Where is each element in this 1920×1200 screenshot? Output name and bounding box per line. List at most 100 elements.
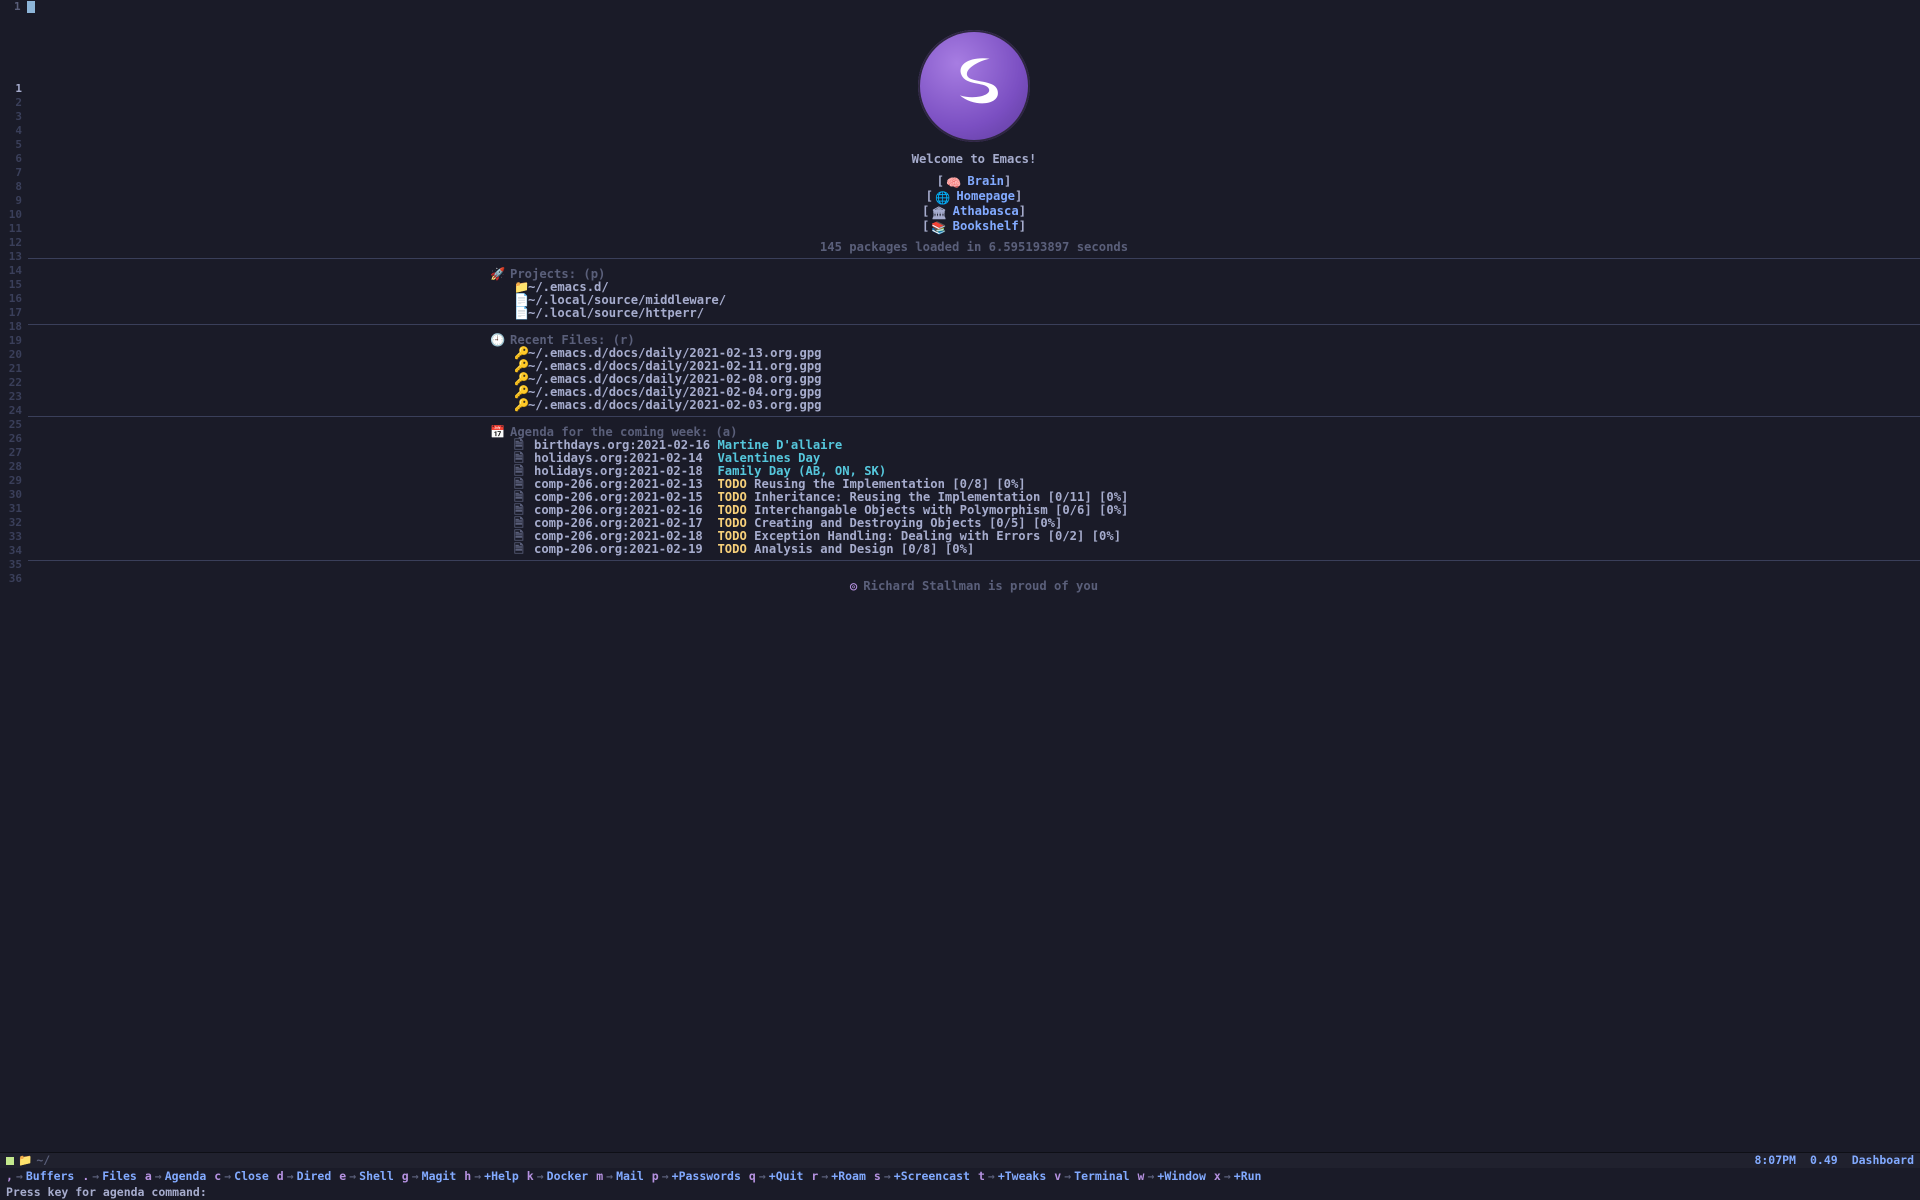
which-key-item[interactable]: q→+Quit — [749, 1170, 804, 1182]
quicklink-brain[interactable]: [🧠 Brain] — [28, 174, 1920, 189]
line-number: 23 — [0, 390, 22, 404]
modeline-time: 8:07PM — [1754, 1154, 1796, 1166]
recent-files-list: 🔑~/.emacs.d/docs/daily/2021-02-13.org.gp… — [28, 347, 1920, 412]
line-number: 28 — [0, 460, 22, 474]
line-number: 7 — [0, 166, 22, 180]
which-key-key: x — [1214, 1170, 1221, 1182]
agenda-item[interactable]: 🗎birthdays.org:2021-02-16 Martine D'alla… — [28, 439, 1920, 452]
logo-wrap — [28, 30, 1920, 142]
arrow-icon: → — [537, 1170, 544, 1182]
line-number: 2 — [0, 96, 22, 110]
recent-file-item[interactable]: 🔑~/.emacs.d/docs/daily/2021-02-08.org.gp… — [28, 373, 1920, 386]
arrow-icon: → — [821, 1170, 828, 1182]
agenda-item[interactable]: 🗎holidays.org:2021-02-14 Valentines Day — [28, 452, 1920, 465]
emacs-app: 1 12345678910111213141516171819202122232… — [0, 0, 1920, 1200]
cursor-block — [27, 1, 35, 13]
line-number: 11 — [0, 222, 22, 236]
arrow-icon: → — [474, 1170, 481, 1182]
line-number: 3 — [0, 110, 22, 124]
recent-file-item[interactable]: 🔑~/.emacs.d/docs/daily/2021-02-04.org.gp… — [28, 386, 1920, 399]
projects-list: 📁~/.emacs.d/📄~/.local/source/middleware/… — [28, 281, 1920, 320]
arrow-icon: → — [224, 1170, 231, 1182]
which-key-label: +Window — [1157, 1170, 1205, 1182]
arrow-icon: → — [287, 1170, 294, 1182]
which-key-key: . — [82, 1170, 89, 1182]
line-number: 26 — [0, 432, 22, 446]
line-number: 17 — [0, 306, 22, 320]
which-key-item[interactable]: p→+Passwords — [652, 1170, 741, 1182]
line-number: 25 — [0, 418, 22, 432]
which-key-item[interactable]: .→Files — [82, 1170, 137, 1182]
line-number: 15 — [0, 278, 22, 292]
project-item[interactable]: 📄~/.local/source/httperr/ — [28, 307, 1920, 320]
modeline-cwd: ~/ — [36, 1154, 50, 1166]
which-key-label: +Run — [1234, 1170, 1262, 1182]
agenda-item[interactable]: 🗎comp-206.org:2021-02-19 TODO Analysis a… — [28, 543, 1920, 556]
todo-keyword: TODO — [717, 542, 746, 556]
which-key-item[interactable]: a→Agenda — [145, 1170, 206, 1182]
which-key-item[interactable]: ,→Buffers — [6, 1170, 74, 1182]
quicklink-bookshelf[interactable]: [📚 Bookshelf] — [28, 219, 1920, 234]
which-key-item[interactable]: s→+Screencast — [874, 1170, 970, 1182]
line-number: 1 — [0, 82, 22, 96]
quicklink-homepage[interactable]: [🌐 Homepage] — [28, 189, 1920, 204]
line-number: 27 — [0, 446, 22, 460]
which-key-label: Terminal — [1074, 1170, 1129, 1182]
recent-file-item[interactable]: 🔑~/.emacs.d/docs/daily/2021-02-11.org.gp… — [28, 360, 1920, 373]
line-number: 10 — [0, 208, 22, 222]
line-number: 9 — [0, 194, 22, 208]
line-number: 19 — [0, 334, 22, 348]
todo-keyword: TODO — [717, 477, 746, 491]
which-key-item[interactable]: g→Magit — [402, 1170, 457, 1182]
which-key-item[interactable]: c→Close — [214, 1170, 269, 1182]
project-item[interactable]: 📄~/.local/source/middleware/ — [28, 294, 1920, 307]
recent-file-item[interactable]: 🔑~/.emacs.d/docs/daily/2021-02-13.org.gp… — [28, 347, 1920, 360]
which-key-item[interactable]: k→Docker — [527, 1170, 588, 1182]
line-number: 18 — [0, 320, 22, 334]
agenda-title: Interchangable Objects with Polymorphism… — [754, 503, 1128, 517]
line-number: 32 — [0, 516, 22, 530]
which-key-label: +Screencast — [894, 1170, 970, 1182]
book-icon: 📚 — [931, 221, 943, 233]
which-key-key: g — [402, 1170, 409, 1182]
which-key-key: d — [277, 1170, 284, 1182]
recent-file-item[interactable]: 🔑~/.emacs.d/docs/daily/2021-02-03.org.gp… — [28, 399, 1920, 412]
which-key-key: v — [1054, 1170, 1061, 1182]
line-number: 29 — [0, 474, 22, 488]
arrow-icon: → — [1147, 1170, 1154, 1182]
which-key-key: q — [749, 1170, 756, 1182]
project-item[interactable]: 📁~/.emacs.d/ — [28, 281, 1920, 294]
agenda-title: Inheritance: Reusing the Implementation … — [754, 490, 1128, 504]
which-key-item[interactable]: v→Terminal — [1054, 1170, 1129, 1182]
modeline-status: 📁 ~/ — [6, 1154, 50, 1166]
which-key-item[interactable]: d→Dired — [277, 1170, 332, 1182]
echo-area[interactable]: Press key for agenda command: — [0, 1184, 1920, 1200]
which-key-item[interactable]: w→+Window — [1138, 1170, 1206, 1182]
agenda-title: Exception Handling: Dealing with Errors … — [754, 529, 1121, 543]
which-key-label: Files — [102, 1170, 137, 1182]
which-key-item[interactable]: x→+Run — [1214, 1170, 1262, 1182]
which-key-item[interactable]: m→Mail — [596, 1170, 644, 1182]
which-key-item[interactable]: h→+Help — [464, 1170, 519, 1182]
agenda-title: Reusing the Implementation [0/8] [0%] — [754, 477, 1026, 491]
arrow-icon: → — [988, 1170, 995, 1182]
which-key-item[interactable]: r→+Roam — [811, 1170, 866, 1182]
line-number: 35 — [0, 558, 22, 572]
which-key-key: a — [145, 1170, 152, 1182]
which-key-key: m — [596, 1170, 603, 1182]
university-icon: 🏛 — [931, 206, 943, 218]
which-key-key: s — [874, 1170, 881, 1182]
tab-number: 1 — [14, 1, 21, 13]
arrow-icon: → — [759, 1170, 766, 1182]
which-key-label: +Quit — [769, 1170, 804, 1182]
which-key-item[interactable]: t→+Tweaks — [978, 1170, 1046, 1182]
which-key-item[interactable]: e→Shell — [339, 1170, 394, 1182]
quicklink-athabasca[interactable]: [🏛 Athabasca] — [28, 204, 1920, 219]
calendar-icon: 📅 — [490, 425, 504, 439]
arrow-icon: → — [884, 1170, 891, 1182]
which-key-key: e — [339, 1170, 346, 1182]
which-key-label: +Tweaks — [998, 1170, 1046, 1182]
recent-file-path: ~/.emacs.d/docs/daily/2021-02-11.org.gpg — [528, 359, 822, 373]
arrow-icon: → — [1224, 1170, 1231, 1182]
recent-file-path: ~/.emacs.d/docs/daily/2021-02-13.org.gpg — [528, 346, 822, 360]
